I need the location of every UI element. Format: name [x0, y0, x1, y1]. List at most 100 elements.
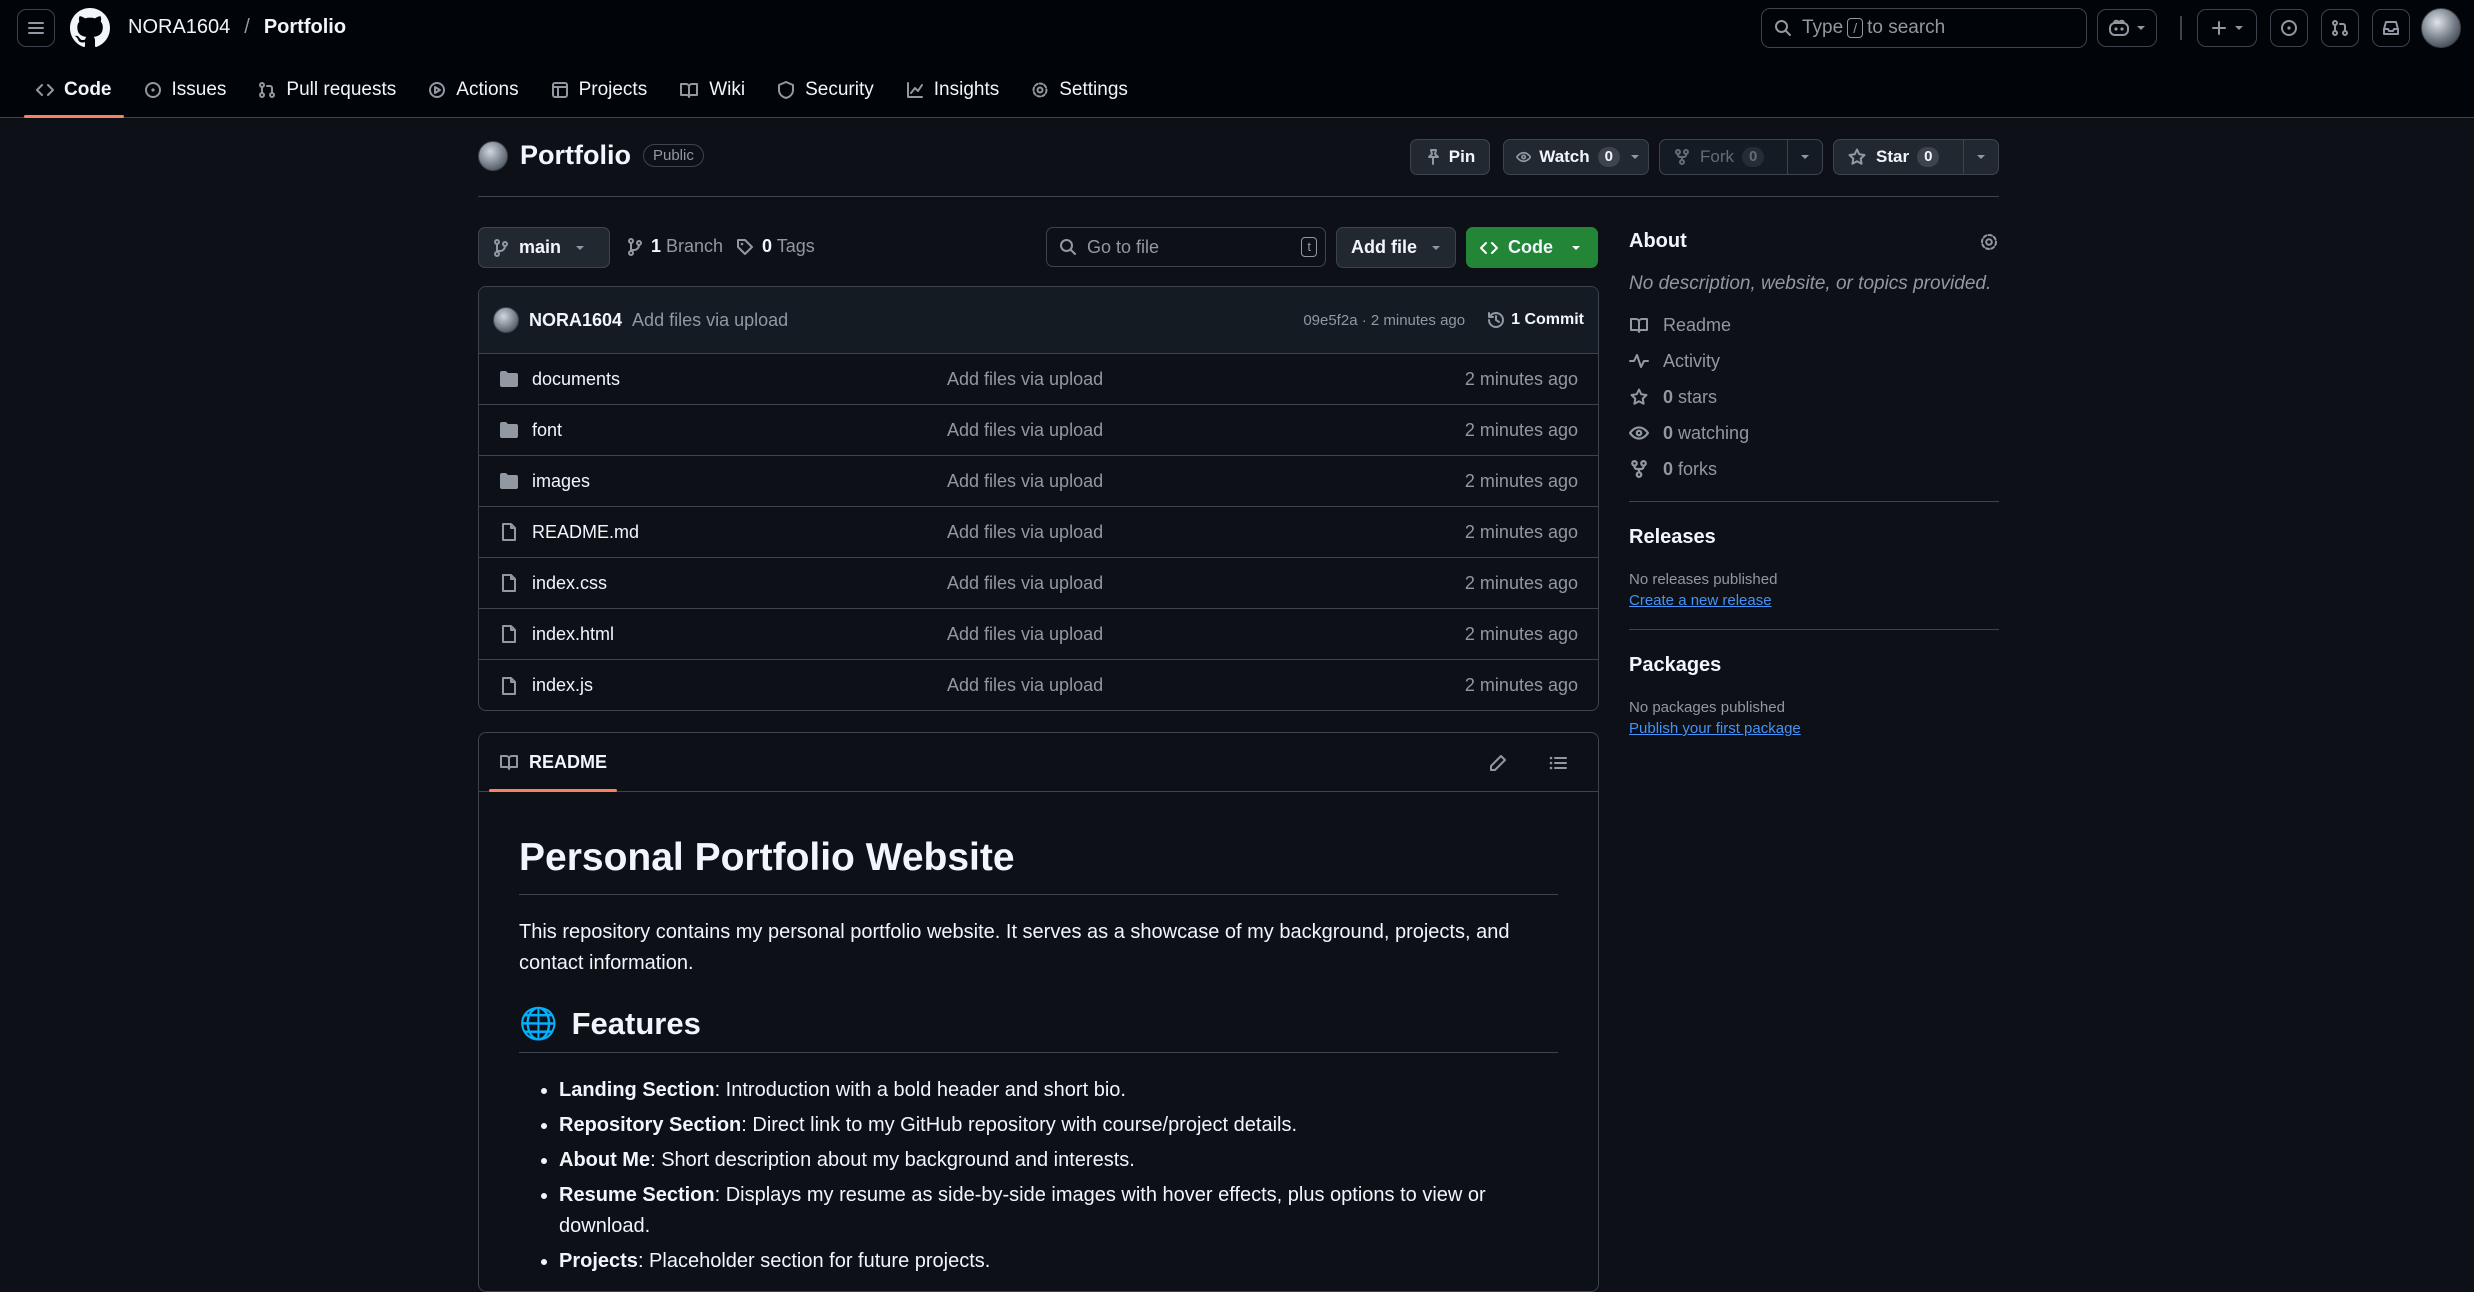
book-icon: [500, 755, 518, 770]
file-row[interactable]: font Add files via upload 2 minutes ago: [479, 405, 1598, 456]
stars-link[interactable]: 0 stars: [1629, 379, 1999, 415]
readme-tab[interactable]: README: [488, 733, 618, 792]
edit-readme-button[interactable]: [1488, 753, 1508, 773]
file-commit-message[interactable]: Add files via upload: [947, 471, 1103, 492]
star-dropdown[interactable]: [1963, 140, 1998, 174]
breadcrumb-repo[interactable]: Portfolio: [264, 16, 346, 39]
copilot-button[interactable]: [2097, 9, 2157, 47]
readme-intro: This repository contains my personal por…: [519, 921, 1510, 974]
gear-icon[interactable]: [1979, 232, 1999, 252]
watch-button[interactable]: Watch 0: [1503, 139, 1649, 175]
table-icon: [551, 82, 568, 98]
gear-icon: [1032, 82, 1048, 98]
file-row[interactable]: index.css Add files via upload 2 minutes…: [479, 558, 1598, 609]
file-commit-message[interactable]: Add files via upload: [947, 522, 1103, 543]
file-commit-message[interactable]: Add files via upload: [947, 624, 1103, 645]
star-button[interactable]: Star 0: [1833, 139, 1999, 175]
releases-heading[interactable]: Releases: [1629, 526, 1999, 549]
repo-name[interactable]: Portfolio: [520, 140, 631, 171]
globe-icon: 🌐: [519, 1006, 558, 1041]
commits-link[interactable]: 1 Commit: [1487, 311, 1584, 329]
branches-link[interactable]: 1 Branch: [627, 236, 723, 257]
outline-button[interactable]: [1548, 753, 1568, 773]
tab-wiki[interactable]: Wiki: [667, 66, 757, 114]
file-commit-message[interactable]: Add files via upload: [947, 369, 1103, 390]
file-commit-message[interactable]: Add files via upload: [947, 675, 1103, 696]
star-icon: [1848, 148, 1866, 165]
github-logo[interactable]: [70, 8, 110, 48]
forks-link[interactable]: 0 forks: [1629, 451, 1999, 487]
publish-package-link[interactable]: Publish your first package: [1629, 720, 1999, 737]
create-new-button[interactable]: [2197, 9, 2257, 47]
file-commit-message[interactable]: Add files via upload: [947, 573, 1103, 594]
search-input[interactable]: Type / to search: [1761, 8, 2087, 48]
add-file-button[interactable]: Add file: [1336, 227, 1456, 268]
readme-link[interactable]: Readme: [1629, 307, 1999, 343]
fork-dropdown[interactable]: [1787, 140, 1822, 174]
readme-tab-label: README: [529, 751, 608, 772]
commit-message[interactable]: Add files via upload: [632, 310, 788, 331]
watching-link[interactable]: 0 watching: [1629, 415, 1999, 451]
search-placeholder: Type / to search: [1802, 17, 1946, 38]
file-row[interactable]: documents Add files via upload 2 minutes…: [479, 354, 1598, 405]
tab-insights[interactable]: Insights: [894, 66, 1011, 114]
file-time: 2 minutes ago: [1464, 419, 1578, 440]
copilot-icon: [2109, 19, 2129, 36]
tab-projects[interactable]: Projects: [539, 66, 660, 114]
file-name[interactable]: font: [532, 420, 562, 441]
file-row[interactable]: index.js Add files via upload 2 minutes …: [479, 660, 1598, 710]
plus-icon: [2212, 21, 2226, 35]
file-row[interactable]: index.html Add files via upload 2 minute…: [479, 609, 1598, 660]
go-to-file-input[interactable]: Go to file t: [1046, 227, 1326, 267]
commit-meta[interactable]: 09e5f2a · 2 minutes ago: [1303, 312, 1465, 329]
tags-link[interactable]: 0 Tags: [736, 236, 815, 257]
inbox-button[interactable]: [2372, 9, 2410, 47]
user-avatar[interactable]: [2421, 8, 2461, 48]
tab-projects-label: Projects: [578, 79, 648, 100]
fork-button[interactable]: Fork 0: [1659, 139, 1823, 175]
file-time: 2 minutes ago: [1464, 623, 1578, 644]
file-commit-message[interactable]: Add files via upload: [947, 420, 1103, 441]
file-list: documents Add files via upload 2 minutes…: [479, 354, 1598, 710]
tab-pull-requests[interactable]: Pull requests: [246, 66, 408, 114]
file-name[interactable]: images: [532, 471, 590, 492]
file-name[interactable]: index.js: [532, 675, 593, 696]
activity-link[interactable]: Activity: [1629, 343, 1999, 379]
tab-settings[interactable]: Settings: [1019, 66, 1140, 114]
sidebar-divider: [1629, 501, 1999, 502]
packages-heading[interactable]: Packages: [1629, 654, 1999, 677]
shield-icon: [778, 81, 795, 99]
file-table: NORA1604 Add files via upload 09e5f2a · …: [478, 286, 1599, 711]
file-row[interactable]: images Add files via upload 2 minutes ag…: [479, 456, 1598, 507]
file-row[interactable]: README.md Add files via upload 2 minutes…: [479, 507, 1598, 558]
code-button[interactable]: Code: [1466, 227, 1598, 268]
create-release-link[interactable]: Create a new release: [1629, 592, 1999, 609]
tab-issues[interactable]: Issues: [132, 66, 239, 114]
owner-avatar[interactable]: [478, 140, 508, 171]
commit-author[interactable]: NORA1604: [529, 310, 622, 331]
repo-title-row: Portfolio Public: [478, 140, 704, 171]
pin-icon: [1427, 149, 1439, 165]
star-icon: [1630, 388, 1648, 405]
file-name[interactable]: index.html: [532, 624, 614, 645]
commit-author-avatar[interactable]: [493, 307, 519, 333]
pin-button[interactable]: Pin: [1410, 139, 1490, 175]
breadcrumb-owner[interactable]: NORA1604: [128, 16, 230, 39]
branch-selector[interactable]: main: [478, 227, 610, 268]
file-name[interactable]: index.css: [532, 573, 607, 594]
menu-button[interactable]: [17, 9, 55, 47]
issues-button[interactable]: [2270, 9, 2308, 47]
graph-icon: [906, 82, 923, 98]
file-name[interactable]: README.md: [532, 522, 639, 543]
eye-icon: [1629, 426, 1649, 440]
tab-actions[interactable]: Actions: [416, 66, 530, 114]
file-name[interactable]: documents: [532, 369, 620, 390]
tab-code-label: Code: [64, 79, 112, 100]
tab-security[interactable]: Security: [765, 66, 886, 114]
tab-security-label: Security: [805, 79, 874, 100]
watch-dropdown[interactable]: [1620, 140, 1648, 174]
pull-requests-button[interactable]: [2321, 9, 2359, 47]
tab-insights-label: Insights: [933, 79, 1000, 100]
tab-code[interactable]: Code: [24, 66, 124, 118]
hamburger-icon: [28, 22, 44, 34]
